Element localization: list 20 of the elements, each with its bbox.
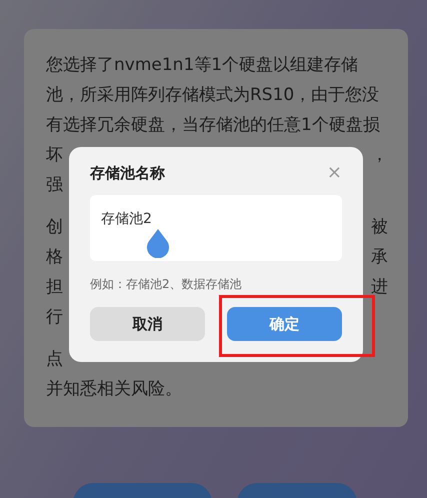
notice-text: 池，所采用阵列存储模式为RS10，由于您没 (46, 84, 380, 108)
notice-text: 您选择了nvme1n1等1个硬盘以组建存储 (46, 54, 358, 78)
dialog-title: 存储池名称 (90, 162, 165, 184)
notice-text: ， (371, 144, 388, 168)
notice-text: 进 (371, 276, 388, 300)
notice-text: 有选择冗余硬盘，当存储池的任意1个硬盘损 (46, 114, 380, 138)
notice-text: 行 (46, 306, 63, 330)
notice-text: 担 (46, 276, 63, 300)
notice-text: 并知悉相关风险。 (46, 378, 182, 402)
cancel-button[interactable]: 取消 (90, 307, 205, 341)
cursor-handle-icon[interactable] (145, 228, 171, 258)
input-field[interactable]: 存储池2 (90, 195, 342, 261)
notice-text: 格 (46, 246, 63, 270)
hint-text: 例如：存储池2、数据存储池 (90, 276, 243, 293)
notice-text: 创 (46, 216, 63, 240)
notice-text: 承 (371, 246, 388, 270)
notice-text: 被 (371, 216, 388, 240)
notice-text: 强 (46, 174, 63, 198)
notice-text: 点 (46, 348, 63, 372)
notice-text: 坏 (46, 144, 63, 168)
